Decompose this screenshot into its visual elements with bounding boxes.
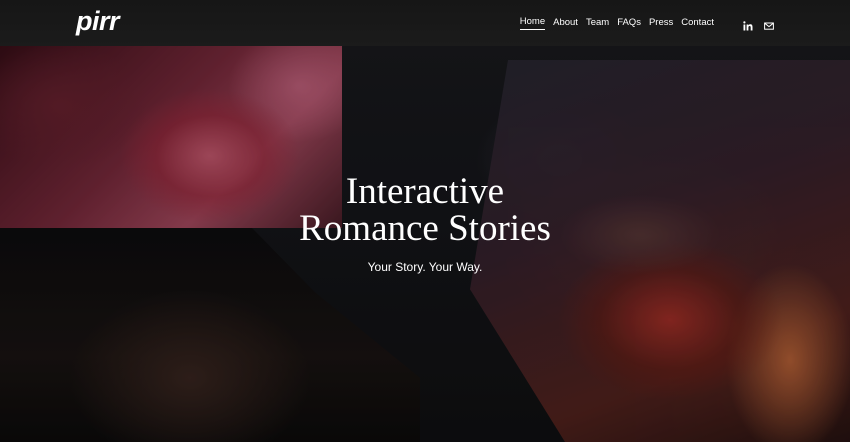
site-header: pirr Home About Team FAQs Press Contact <box>0 0 850 46</box>
hero-subtitle: Your Story. Your Way. <box>367 260 483 274</box>
nav-about[interactable]: About <box>553 17 578 30</box>
hero-section: Interactive Romance Stories Your Story. … <box>0 0 850 442</box>
main-nav: Home About Team FAQs Press Contact <box>512 16 774 31</box>
hero-title-line2: Romance Stories <box>299 208 551 249</box>
hero-title-line1: Interactive <box>345 171 505 212</box>
email-icon[interactable] <box>764 18 774 30</box>
social-icons <box>732 18 774 31</box>
nav-team[interactable]: Team <box>586 17 609 30</box>
nav-contact[interactable]: Contact <box>681 17 714 30</box>
nav-press[interactable]: Press <box>649 17 673 30</box>
nav-faqs[interactable]: FAQs <box>617 17 641 30</box>
site-logo[interactable]: pirr <box>76 6 120 37</box>
hero-title: Interactive Romance Stories <box>0 173 850 247</box>
linkedin-icon[interactable] <box>743 18 753 31</box>
nav-home[interactable]: Home <box>519 16 546 30</box>
